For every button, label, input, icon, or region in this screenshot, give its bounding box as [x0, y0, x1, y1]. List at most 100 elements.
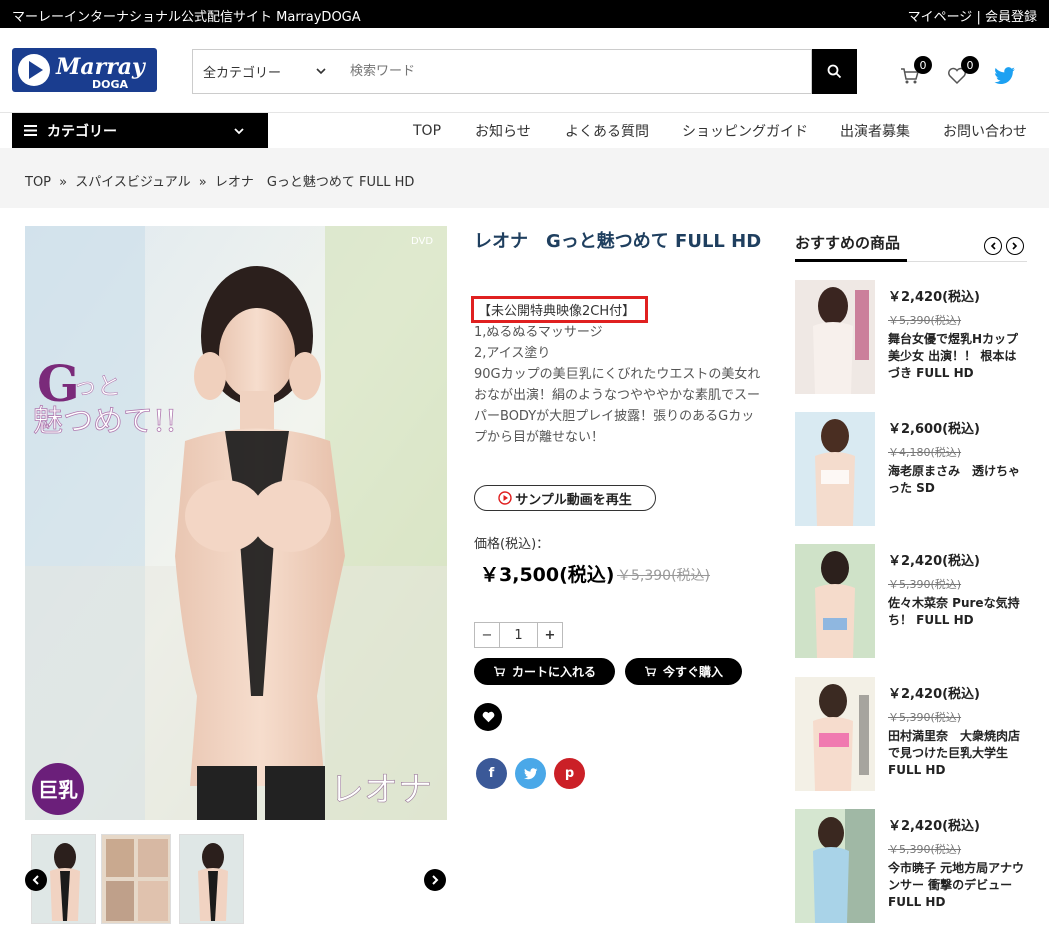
cart-button[interactable]: 0 — [898, 56, 932, 88]
price-current: ￥3,500(税込) — [480, 564, 615, 586]
search-icon — [827, 64, 842, 79]
breadcrumb-current: レオナ Gっと魅つめて FULL HD — [214, 175, 415, 190]
buy-now-button[interactable]: 今すぐ購入 — [625, 658, 742, 685]
recommended-item-price: ￥2,420(税込) — [888, 819, 981, 834]
category-menu-button[interactable]: カテゴリー — [12, 113, 268, 148]
recommended-item-old-price: ￥5,390(税込) — [888, 843, 962, 856]
price-original: ￥5,390(税込) — [617, 568, 711, 584]
chevron-down-icon — [316, 64, 326, 79]
recommended-item-image[interactable] — [795, 544, 875, 658]
recommended-item[interactable]: ￥2,420(税込) ￥5,390(税込) 舞台女優で煜乳Hカップ美少女 出演！… — [795, 280, 1035, 396]
recommended-item-price: ￥2,420(税込) — [888, 290, 981, 305]
search-button[interactable] — [812, 49, 857, 94]
recommended-underline — [795, 259, 907, 262]
share-twitter-button[interactable] — [515, 758, 546, 789]
nav-contact[interactable]: お問い合わせ — [943, 113, 1027, 148]
hamburger-icon — [24, 125, 37, 136]
recommended-prev-button[interactable] — [984, 237, 1002, 255]
share-pinterest-button[interactable]: p — [554, 758, 585, 789]
cart-icon — [644, 666, 657, 677]
nav-shopping-guide[interactable]: ショッピングガイド — [682, 113, 808, 148]
nav-top[interactable]: TOP — [413, 113, 441, 148]
recommended-item[interactable]: ￥2,420(税込) ￥5,390(税込) 佐々木菜奈 Pureな気持ち！ FU… — [795, 544, 1035, 660]
description-line-3: 90Gカップの美巨乳にくびれたウエストの美女れおなが出演！絹のようなつやややかな… — [474, 367, 761, 445]
cover-name: レオナ — [330, 770, 432, 810]
nav-news[interactable]: お知らせ — [475, 113, 531, 148]
chevron-left-icon — [32, 875, 39, 885]
link-separator: | — [976, 10, 981, 25]
nav-recruit[interactable]: 出演者募集 — [840, 113, 910, 148]
recommended-item-name[interactable]: 田村満里奈 大衆焼肉店で見つけた巨乳大学生 FULL HD — [888, 728, 1028, 779]
thumbnail-prev-button[interactable] — [25, 869, 47, 891]
bonus-highlight: 【未公開特典映像2CH付】 — [471, 296, 648, 323]
cover-title-line2: 魅つめて!! — [33, 404, 177, 439]
heart-icon — [482, 711, 494, 723]
thumbnail-strip — [25, 834, 447, 926]
description-line-1: 1,ぬるぬるマッサージ — [474, 325, 603, 340]
chevron-right-icon — [432, 875, 439, 885]
play-sample-button[interactable]: サンプル動画を再生 — [474, 485, 656, 511]
twitter-icon — [523, 767, 537, 779]
recommended-title: おすすめの商品 — [795, 234, 901, 252]
recommended-item-image[interactable] — [795, 677, 875, 791]
quantity-stepper: − 1 + — [474, 622, 563, 648]
thumbnail-next-button[interactable] — [424, 869, 446, 891]
logo-text-sub: DOGA — [92, 78, 129, 91]
recommended-item-old-price: ￥5,390(税込) — [888, 711, 962, 724]
quantity-increment-button[interactable]: + — [537, 622, 563, 648]
recommended-item[interactable]: ￥2,420(税込) ￥5,390(税込) 今市暁子 元地方局アナウンサー 衝撃… — [795, 809, 1035, 925]
quantity-input[interactable]: 1 — [500, 622, 537, 648]
site-name: マーレーインターナショナル公式配信サイト MarrayDOGA — [12, 10, 361, 25]
search-input[interactable] — [336, 49, 812, 94]
recommended-next-button[interactable] — [1006, 237, 1024, 255]
add-to-cart-label: カートに入れる — [511, 665, 596, 679]
chevron-down-icon — [234, 123, 244, 139]
add-favorite-button[interactable] — [474, 703, 502, 731]
cart-icon — [493, 666, 506, 677]
recommended-item-price: ￥2,420(税込) — [888, 554, 981, 569]
recommended-item-image[interactable] — [795, 809, 875, 923]
recommended-item-image[interactable] — [795, 412, 875, 526]
recommended-item-price: ￥2,600(税込) — [888, 422, 981, 437]
recommended-item-name[interactable]: 舞台女優で煜乳Hカップ美少女 出演！！ 根本はづき FULL HD — [888, 331, 1028, 382]
account-links: マイページ | 会員登録 — [908, 6, 1037, 25]
breadcrumb-category[interactable]: スパイスビジュアル — [75, 175, 190, 190]
favorites-count-badge: 0 — [961, 56, 979, 74]
add-to-cart-button[interactable]: カートに入れる — [474, 658, 615, 685]
recommended-item-name[interactable]: 今市暁子 元地方局アナウンサー 衝撃のデビュー FULL HD — [888, 860, 1028, 911]
recommended-item[interactable]: ￥2,420(税込) ￥5,390(税込) 田村満里奈 大衆焼肉店で見つけた巨乳… — [795, 677, 1035, 793]
cover-badge: 巨乳 — [38, 778, 78, 802]
favorites-button[interactable]: 0 — [945, 56, 979, 88]
breadcrumb: TOP » スパイスビジュアル » レオナ Gっと魅つめて FULL HD — [25, 171, 414, 190]
recommended-item-name[interactable]: 佐々木菜奈 Pureな気持ち！ FULL HD — [888, 595, 1028, 629]
recommended-item-name[interactable]: 海老原まさみ 透けちゃった SD — [888, 463, 1028, 497]
category-select[interactable]: 全カテゴリー — [192, 49, 337, 94]
cover-dvd-mark: DVD — [411, 236, 433, 247]
twitter-icon — [994, 67, 1015, 85]
chevron-right-icon — [1012, 242, 1018, 250]
thumbnail-3[interactable] — [179, 834, 244, 924]
recommended-item-old-price: ￥5,390(税込) — [888, 578, 962, 591]
price-label: 価格(税込)： — [474, 537, 550, 552]
share-facebook-button[interactable]: f — [476, 758, 507, 789]
site-logo[interactable]: Marray DOGA — [12, 46, 157, 94]
product-main-image[interactable]: G っと 魅つめて!! レオナ 巨乳 DVD — [25, 226, 447, 820]
buy-now-label: 今すぐ購入 — [662, 665, 723, 679]
description-line-2: 2,アイス塗り — [474, 346, 551, 361]
breadcrumb-separator: » — [59, 175, 68, 190]
recommended-item-image[interactable] — [795, 280, 875, 394]
recommended-item-old-price: ￥4,180(税込) — [888, 446, 962, 459]
nav-faq[interactable]: よくある質問 — [565, 113, 649, 148]
breadcrumb-separator: » — [198, 175, 207, 190]
cart-count-badge: 0 — [914, 56, 932, 74]
register-link[interactable]: 会員登録 — [985, 10, 1037, 25]
product-title: レオナ Gっと魅つめて FULL HD — [474, 231, 762, 252]
quantity-decrement-button[interactable]: − — [474, 622, 500, 648]
product-description: 1,ぬるぬるマッサージ 2,アイス塗り 90Gカップの美巨乳にくびれたウエストの… — [474, 322, 766, 448]
twitter-header-link[interactable] — [993, 64, 1017, 88]
mypage-link[interactable]: マイページ — [908, 10, 973, 25]
pinterest-icon: p — [564, 766, 575, 781]
recommended-item[interactable]: ￥2,600(税込) ￥4,180(税込) 海老原まさみ 透けちゃった SD — [795, 412, 1035, 528]
breadcrumb-top[interactable]: TOP — [25, 175, 51, 190]
thumbnail-2[interactable] — [101, 834, 171, 924]
